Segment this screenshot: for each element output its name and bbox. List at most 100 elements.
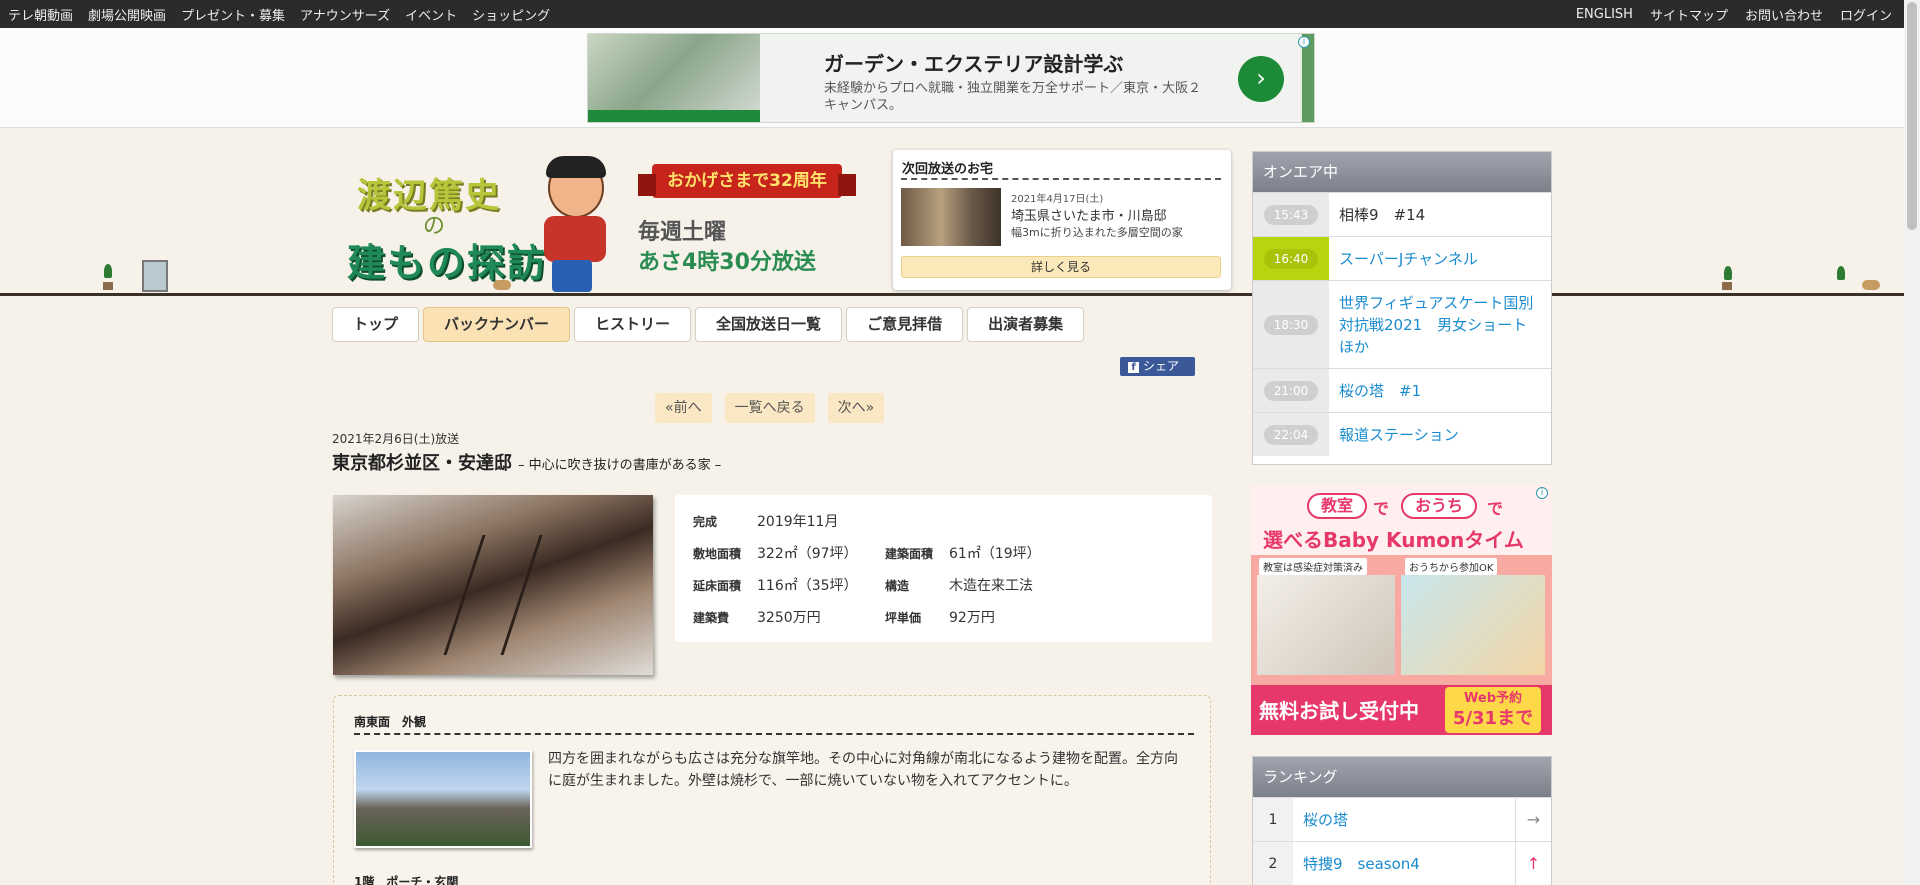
facebook-icon: f: [1128, 362, 1139, 373]
nav-link-login[interactable]: ログイン: [1840, 5, 1892, 24]
anniversary-banner: おかげさまで32周年: [638, 164, 856, 198]
tab-history[interactable]: ヒストリー: [574, 307, 692, 342]
schedule-line2: あさ4時30分放送: [638, 250, 816, 275]
ranking-row[interactable]: 1 桜の塔 →: [1253, 797, 1551, 841]
spec-cost: 建築費 3250万円: [693, 607, 821, 627]
onair-program: 世界フィギュアスケート国別対抗戦2021 男女ショートほか: [1339, 293, 1534, 356]
nav-link-presents[interactable]: プレゼント・募集: [181, 5, 285, 24]
nav-link-tvasahi-douga[interactable]: テレ朝動画: [8, 5, 73, 24]
ad-label: 教室は感染症対策済み: [1259, 558, 1367, 575]
pager: «前へ 一覧へ戻る 次へ»: [655, 393, 885, 423]
spec-value: 322㎡（97坪）: [757, 546, 858, 562]
onair-row[interactable]: 18:30 世界フィギュアスケート国別対抗戦2021 男女ショートほか: [1253, 280, 1551, 368]
spec-label: 完成: [693, 515, 718, 529]
onair-row[interactable]: 21:00 桜の塔 #1: [1253, 368, 1551, 412]
spec-value: 3250万円: [757, 610, 821, 626]
tab-cast-recruitment[interactable]: 出演者募集: [967, 307, 1085, 342]
side-ad-banner[interactable]: 教室 で おうち で 選べるBaby Kumonタイム 教室は感染症対策済み お…: [1251, 485, 1552, 735]
onair-time: 21:00: [1264, 380, 1318, 401]
ranking-title: 特捜9 season4: [1303, 855, 1420, 873]
onair-time: 15:43: [1264, 204, 1318, 225]
ad-image: [1401, 575, 1545, 675]
back-to-list-button[interactable]: 一覧へ戻る: [724, 393, 815, 423]
ranking-panel: ランキング 1 桜の塔 → 2 特捜9 season4 ↑: [1252, 756, 1552, 885]
nav-link-english[interactable]: ENGLISH: [1576, 7, 1633, 22]
next-broadcast-date: 2021年4月17日(土): [1011, 194, 1104, 205]
top-nav-right: ENGLISH サイトマップ お問い合わせ ログイン: [1576, 0, 1892, 28]
episode-subtitle: – 中心に吹き抜けの書庫がある家 –: [518, 458, 722, 473]
spec-value: 116㎡（35坪）: [757, 578, 858, 594]
next-broadcast-thumbnail[interactable]: [901, 188, 1001, 246]
onair-time: 18:30: [1264, 314, 1318, 335]
spec-label: 敷地面積: [693, 547, 742, 561]
window-icon: [142, 260, 168, 292]
onair-program: 報道ステーション: [1339, 425, 1459, 444]
divider: [354, 733, 1194, 735]
ad-pill: おうち: [1401, 493, 1478, 519]
onair-panel: オンエア中 15:43 相棒9 #14 16:40 スーパーJチャンネル 18:…: [1252, 151, 1552, 465]
spec-value: 61㎡（19坪）: [949, 546, 1041, 562]
onair-row[interactable]: 15:43 相棒9 #14: [1253, 192, 1551, 236]
logo-line2: 建もの探訪: [347, 240, 548, 285]
details-button[interactable]: 詳しく見る: [901, 256, 1221, 278]
ad-web-line2: 5/31まで: [1452, 708, 1534, 729]
page-scrollbar[interactable]: [1904, 0, 1920, 885]
onair-program: 相棒9 #14: [1339, 205, 1426, 224]
next-broadcast-place: 埼玉県さいたま市・川島邸: [1011, 209, 1167, 224]
nav-link-movies[interactable]: 劇場公開映画: [88, 5, 166, 24]
spec-structure: 構造 木造在来工法: [885, 575, 1033, 595]
nav-link-contact[interactable]: お問い合わせ: [1745, 5, 1823, 24]
onair-time: 22:04: [1264, 424, 1318, 445]
episode-date: 2021年2月6日(土)放送: [332, 432, 460, 446]
tab-top[interactable]: トップ: [332, 307, 420, 342]
ad-image: [1257, 575, 1395, 675]
onair-row-current[interactable]: 16:40 スーパーJチャンネル: [1253, 236, 1551, 280]
spec-label: 建築費: [693, 611, 730, 625]
spec-site-area: 敷地面積 322㎡（97坪）: [693, 543, 858, 563]
nav-link-shopping[interactable]: ショッピング: [472, 5, 550, 24]
scrollbar-thumb[interactable]: [1907, 2, 1917, 230]
next-broadcast-card: 次回放送のお宅 2021年4月17日(土) 埼玉県さいたま市・川島邸 幅3mに折…: [893, 150, 1231, 290]
chevron-right-icon[interactable]: ›: [1238, 56, 1284, 102]
top-ad-banner[interactable]: ガーデン・エクステリア設計学ぶ 未経験からプロへ就職・独立開業を万全サポート／東…: [587, 33, 1315, 123]
exterior-photo[interactable]: [354, 750, 532, 848]
spec-unit-price: 坪単価 92万円: [885, 607, 995, 627]
ad-pill: 教室: [1307, 493, 1368, 519]
onair-row[interactable]: 22:04 報道ステーション: [1253, 412, 1551, 456]
main-photo[interactable]: [333, 495, 653, 675]
nav-link-announcers[interactable]: アナウンサーズ: [300, 5, 390, 24]
adchoices-icon[interactable]: i: [1536, 487, 1548, 499]
spec-value: 木造在来工法: [949, 578, 1033, 594]
next-broadcast-desc: 幅3mに折り込まれた多層空間の家: [1011, 226, 1183, 239]
adchoices-icon[interactable]: i: [1298, 36, 1310, 48]
broadcast-schedule: 毎週土曜 あさ4時30分放送: [638, 218, 816, 278]
facebook-share-button[interactable]: f シェア: [1120, 357, 1195, 376]
dog-icon: [1862, 280, 1880, 290]
tab-broadcast-schedule[interactable]: 全国放送日一覧: [695, 307, 843, 342]
ranking-row[interactable]: 2 特捜9 season4 ↑: [1253, 841, 1551, 885]
episode-title: 東京都杉並区・安達邸 – 中心に吹き抜けの書庫がある家 –: [332, 449, 721, 475]
tab-backnumber[interactable]: バックナンバー: [423, 307, 571, 342]
schedule-line1: 毎週土曜: [638, 220, 727, 245]
plant-icon: [1837, 266, 1845, 280]
top-nav-bar: テレ朝動画 劇場公開映画 プレゼント・募集 アナウンサーズ イベント ショッピン…: [0, 0, 1904, 28]
pot-icon: [1722, 282, 1732, 290]
prev-button[interactable]: «前へ: [655, 393, 712, 423]
nav-link-events[interactable]: イベント: [405, 5, 457, 24]
ad-web-line1: Web予約: [1464, 691, 1522, 706]
ranking-title: 桜の塔: [1303, 811, 1349, 829]
ranking-heading: ランキング: [1253, 757, 1551, 797]
spec-label: 構造: [885, 579, 910, 593]
spec-label: 建築面積: [885, 547, 934, 561]
ad-web-reserve: Web予約 5/31まで: [1445, 687, 1541, 733]
tab-opinions[interactable]: ご意見拝借: [846, 307, 964, 342]
nav-link-sitemap[interactable]: サイトマップ: [1650, 5, 1728, 24]
onair-heading: オンエア中: [1253, 152, 1551, 192]
spec-floor-area: 延床面積 116㎡（35坪）: [693, 575, 858, 595]
divider: [901, 178, 1221, 180]
ad-particle: で: [1373, 499, 1390, 518]
host-character-illustration: [538, 156, 618, 292]
detail-text: 四方を囲まれながらも広さは充分な旗竿地。その中心に対角線が南北になるよう建物を配…: [548, 751, 1178, 789]
next-button[interactable]: 次へ»: [827, 393, 885, 423]
onair-program: スーパーJチャンネル: [1339, 249, 1478, 268]
